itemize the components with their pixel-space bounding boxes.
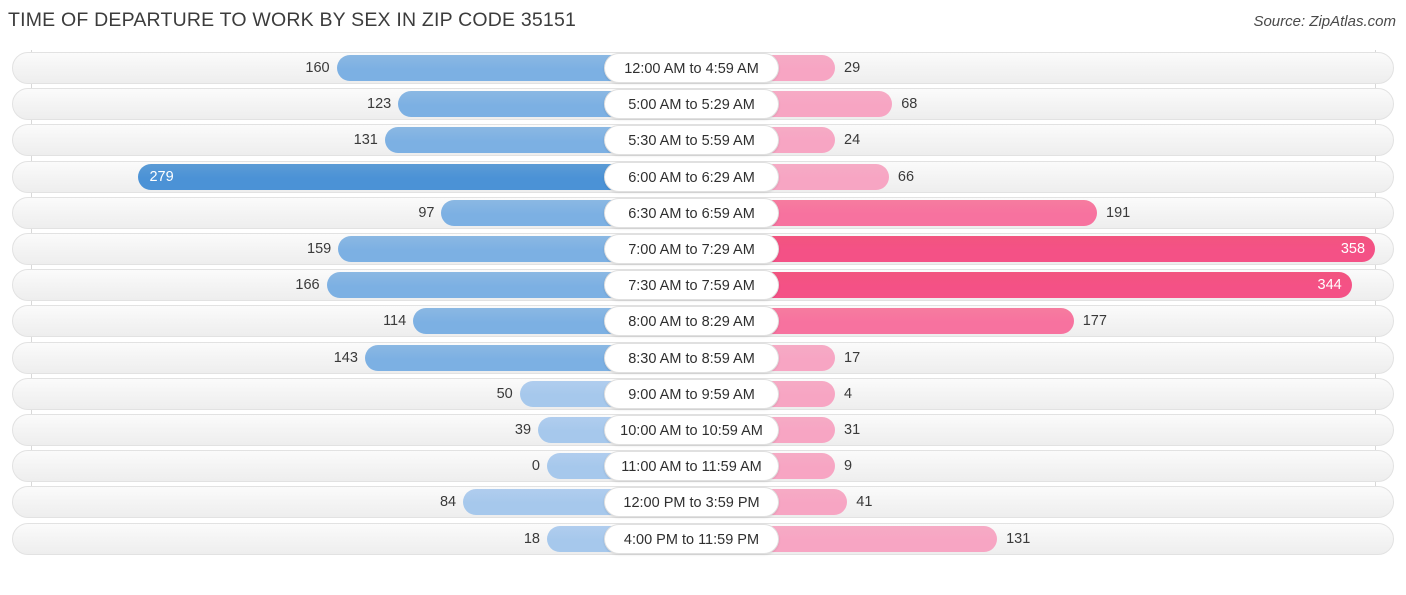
- bar-female[interactable]: [757, 199, 1097, 226]
- bar-value-male: 84: [439, 494, 457, 511]
- bar-value-male: 159: [307, 241, 332, 257]
- bar-female[interactable]: [757, 272, 1352, 299]
- table-row: 131 24 5:30 AM to 5:59 AM: [12, 124, 1394, 157]
- chart-page: TIME OF DEPARTURE TO WORK BY SEX IN ZIP …: [0, 0, 1406, 595]
- category-label: 12:00 AM to 4:59 AM: [604, 53, 779, 83]
- category-label: 12:00 PM to 3:59 PM: [604, 487, 779, 518]
- table-row: 123 68 5:00 AM to 5:29 AM: [12, 88, 1394, 121]
- category-label: 7:00 AM to 7:29 AM: [604, 234, 779, 264]
- bar-male[interactable]: [398, 91, 625, 118]
- bar-male[interactable]: [463, 489, 625, 516]
- category-label: 5:00 AM to 5:29 AM: [604, 89, 779, 120]
- bar-value-male: 39: [514, 422, 532, 438]
- bar-value-female: 68: [901, 96, 918, 113]
- bar-value-male: 279: [149, 168, 174, 185]
- bar-female[interactable]: [757, 525, 998, 552]
- bar-male[interactable]: [441, 199, 625, 226]
- category-label: 6:30 AM to 6:59 AM: [604, 197, 779, 228]
- bar-male[interactable]: [338, 236, 625, 262]
- bar-value-female: 131: [1006, 530, 1031, 547]
- category-label: 8:00 AM to 8:29 AM: [604, 306, 779, 337]
- bar-value-male: 166: [295, 277, 320, 294]
- category-label: 4:00 PM to 11:59 PM: [604, 523, 779, 554]
- bar-value-female: 29: [844, 60, 861, 76]
- table-row: 50 4 9:00 AM to 9:59 AM: [12, 377, 1394, 410]
- bar-value-female: 31: [844, 422, 861, 438]
- category-label: 10:00 AM to 10:59 AM: [604, 415, 779, 445]
- bar-value-male: 160: [305, 60, 330, 76]
- bar-male[interactable]: [138, 163, 625, 190]
- table-row: 279 66 6:00 AM to 6:29 AM: [12, 160, 1394, 193]
- bar-value-female: 9: [844, 458, 853, 475]
- table-row: 114 177 8:00 AM to 8:29 AM: [12, 305, 1394, 338]
- table-row: 84 41 12:00 PM to 3:59 PM: [12, 486, 1394, 519]
- category-label: 9:00 AM to 9:59 AM: [604, 378, 779, 409]
- bar-value-female: 17: [844, 349, 861, 366]
- bar-male[interactable]: [384, 127, 625, 154]
- bar-value-female: 344: [1317, 277, 1342, 294]
- bar-male[interactable]: [326, 272, 625, 299]
- table-row: 39 31 10:00 AM to 10:59 AM: [12, 414, 1394, 446]
- bar-female[interactable]: [757, 236, 1376, 262]
- bar-male[interactable]: [364, 344, 625, 371]
- table-row: 0 9 11:00 AM to 11:59 AM: [12, 450, 1394, 483]
- table-row: 18 131 4:00 PM to 11:59 PM: [12, 522, 1394, 555]
- table-row: 97 191 6:30 AM to 6:59 AM: [12, 196, 1394, 229]
- bar-value-male: 114: [383, 313, 407, 330]
- category-label: 11:00 AM to 11:59 AM: [604, 451, 779, 482]
- bar-value-female: 41: [856, 494, 873, 511]
- bar-male[interactable]: [413, 308, 625, 335]
- category-label: 7:30 AM to 7:59 AM: [604, 270, 779, 301]
- bar-value-female: 191: [1106, 204, 1131, 221]
- page-title: TIME OF DEPARTURE TO WORK BY SEX IN ZIP …: [8, 9, 577, 31]
- bar-value-female: 66: [897, 168, 915, 185]
- source-attribution: Source: ZipAtlas.com: [1253, 13, 1396, 30]
- table-row: 160 29 12:00 AM to 4:59 AM: [12, 52, 1394, 84]
- bar-value-female: 24: [844, 132, 861, 149]
- category-label: 8:30 AM to 8:59 AM: [604, 342, 779, 373]
- bar-male[interactable]: [336, 55, 625, 81]
- bar-value-female: 177: [1082, 313, 1107, 330]
- plot-area: 160 29 12:00 AM to 4:59 AM 123 68 5:00 AM to …: [0, 50, 1406, 558]
- category-label: 6:00 AM to 6:29 AM: [604, 161, 779, 192]
- bar-value-female: 358: [1340, 241, 1366, 257]
- bar-value-male: 143: [333, 349, 358, 366]
- bar-value-male: 18: [523, 530, 540, 547]
- table-row: 143 17 8:30 AM to 8:59 AM: [12, 341, 1394, 374]
- bar-value-female: 4: [844, 385, 853, 402]
- category-label: 5:30 AM to 5:59 AM: [604, 125, 779, 156]
- bar-value-male: 50: [496, 385, 513, 402]
- table-row: 159 358 7:00 AM to 7:29 AM: [12, 233, 1394, 265]
- table-row: 166 344 7:30 AM to 7:59 AM: [12, 269, 1394, 302]
- bar-value-male: 131: [353, 132, 378, 149]
- bar-value-male: 0: [531, 458, 540, 475]
- bar-value-male: 123: [367, 96, 392, 113]
- bar-value-male: 97: [418, 204, 435, 221]
- bar-female[interactable]: [757, 308, 1074, 335]
